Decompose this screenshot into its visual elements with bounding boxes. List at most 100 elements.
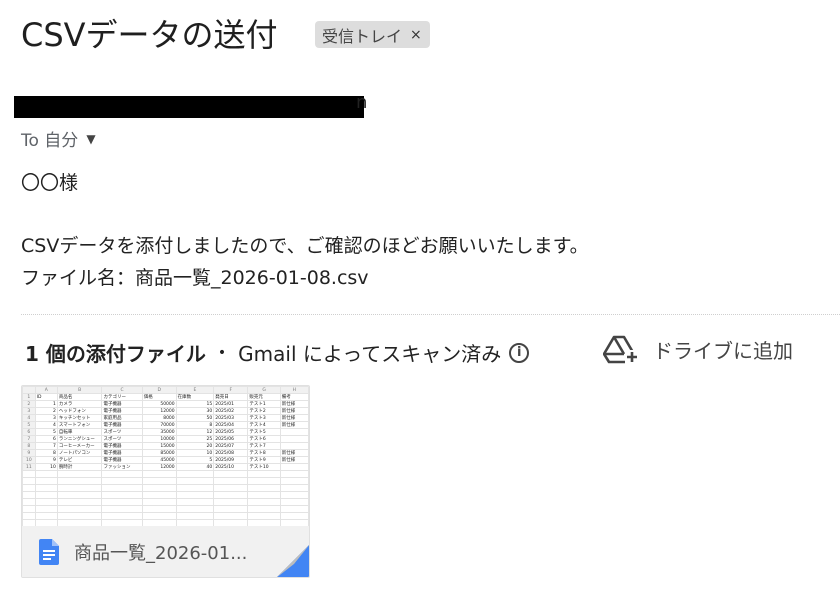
sheet-empty-row <box>22 512 309 520</box>
sheet-cell: キッチンセット <box>56 414 103 422</box>
sheet-cell: 発売日 <box>213 393 249 401</box>
sheet-cell: 12000 <box>141 407 177 415</box>
sheet-row-number: 1 <box>22 393 36 401</box>
sheet-empty-cell <box>175 498 215 506</box>
sheet-cell: 2025/02 <box>213 407 249 415</box>
sheet-cell: テスト6 <box>247 435 281 443</box>
sheet-cell: 新仕様 <box>279 400 309 408</box>
sheet-cell: 電子機器 <box>101 442 143 450</box>
sheet-empty-cell <box>56 512 103 520</box>
sheet-row: 1 ID 商品名 カテゴリー 価格 在庫数 発売日 販売元 備考 <box>22 393 309 401</box>
sheet-cell: テスト9 <box>247 456 281 464</box>
sheet-cell: テレビ <box>56 456 103 464</box>
sheet-cell: 2025/09 <box>213 456 249 464</box>
redacted-sender <box>14 96 364 118</box>
email-greeting: 〇〇様 <box>21 172 79 194</box>
sheet-cell: 4 <box>34 421 58 429</box>
email-body-line2: ファイル名：商品一覧_2026-01-08.csv <box>21 267 369 289</box>
sheet-row: 10 9 テレビ 電子機器 45000 5 2025/09 テスト9 新仕様 <box>22 456 309 464</box>
sheet-empty-cell <box>141 491 177 499</box>
remove-label-icon[interactable]: × <box>410 27 422 43</box>
sheet-cell: 10 <box>175 449 215 457</box>
sheet-column-header: B <box>56 386 103 394</box>
sheet-empty-cell <box>279 477 309 485</box>
page-fold-corner <box>277 545 309 577</box>
sheet-empty-cell <box>213 484 249 492</box>
sheet-cell: 腕時計 <box>56 463 103 471</box>
sheet-empty-cell <box>213 512 249 520</box>
sheet-cell: 10 <box>34 463 58 471</box>
sheet-empty-cell <box>175 470 215 478</box>
sheet-empty-cell <box>175 491 215 499</box>
sheet-empty-row <box>22 470 309 478</box>
sheet-cell: 電子機器 <box>101 421 143 429</box>
sheet-empty-cell <box>141 470 177 478</box>
sheet-column-header: A <box>34 386 58 394</box>
sheet-cell: テスト1 <box>247 400 281 408</box>
sheet-empty-cell <box>56 505 103 513</box>
sheet-cell: 50 <box>175 414 215 422</box>
sheet-column-header: G <box>247 386 281 394</box>
sheet-empty-cell <box>34 491 58 499</box>
sheet-cell: 自転車 <box>56 428 103 436</box>
attachment-card-footer: 商品一覧_2026-01... <box>22 526 309 577</box>
sheet-cell: 25 <box>175 435 215 443</box>
sheet-empty-cell <box>141 505 177 513</box>
sheet-empty-cell <box>56 484 103 492</box>
attachment-header: 1 個の添付ファイル • Gmail によってスキャン済み i <box>25 338 530 367</box>
add-to-drive-button[interactable]: ドライブに追加 <box>603 334 793 364</box>
sheet-cell: 6 <box>34 435 58 443</box>
info-icon[interactable]: i <box>509 342 530 363</box>
inbox-label-chip[interactable]: 受信トレイ × <box>315 21 430 48</box>
sheet-cell <box>279 442 309 450</box>
inbox-label-text: 受信トレイ <box>322 26 403 46</box>
sheet-cell: 45000 <box>141 456 177 464</box>
sheet-cell: ファッション <box>101 463 143 471</box>
sheet-cell: テスト3 <box>247 414 281 422</box>
sheet-empty-row <box>22 484 309 492</box>
sheet-cell: ランニングシュー <box>56 435 103 443</box>
sheet-cell: 12 <box>175 428 215 436</box>
sheet-empty-cell <box>247 512 281 520</box>
sheet-cell: 8 <box>175 421 215 429</box>
sheet-empty-cell <box>34 505 58 513</box>
sheet-cell: テスト2 <box>247 407 281 415</box>
sheet-column-header <box>22 386 36 394</box>
sheet-empty-cell <box>175 505 215 513</box>
attachment-card[interactable]: A B C D E F G H 1 ID 商品名 カテゴリー 価格 在庫数 発売日 販売元 備考 2 1 カメラ 電子機… <box>21 385 310 578</box>
sheet-empty-cell <box>101 505 143 513</box>
sheet-empty-cell <box>279 491 309 499</box>
sheet-empty-cell <box>56 477 103 485</box>
sheet-cell: ヘッドフォン <box>56 407 103 415</box>
sheet-cell: 電子機器 <box>101 400 143 408</box>
sheet-empty-cell <box>213 491 249 499</box>
sheet-empty-cell <box>247 470 281 478</box>
sheet-empty-cell <box>213 470 249 478</box>
attachment-divider <box>21 314 840 315</box>
recipient-label: To 自分 <box>21 131 79 151</box>
sheet-cell: カテゴリー <box>101 393 143 401</box>
sheet-cell: コーヒーメーカー <box>56 442 103 450</box>
sheet-empty-cell <box>175 477 215 485</box>
recipient-details-caret-icon[interactable]: ▼ <box>86 132 95 146</box>
sheet-empty-cell <box>101 498 143 506</box>
sheet-cell: 電子機器 <box>101 449 143 457</box>
sheet-cell: 販売元 <box>247 393 281 401</box>
sheet-empty-cell <box>101 477 143 485</box>
google-docs-icon <box>39 538 59 565</box>
sheet-cell: テスト7 <box>247 442 281 450</box>
sheet-empty-cell <box>279 470 309 478</box>
sheet-cell: 電子機器 <box>101 456 143 464</box>
recipient-line[interactable]: To 自分 ▼ <box>21 126 96 151</box>
attachment-thumbnail[interactable]: A B C D E F G H 1 ID 商品名 カテゴリー 価格 在庫数 発売日 販売元 備考 2 1 カメラ 電子機… <box>22 386 309 526</box>
sheet-empty-cell <box>101 491 143 499</box>
sheet-cell: スマートフォン <box>56 421 103 429</box>
sheet-cell: テスト4 <box>247 421 281 429</box>
sheet-empty-cell <box>175 484 215 492</box>
email-body-line1: CSVデータを添付しましたので、ご確認のほどお願いいたします。 <box>21 235 589 257</box>
drive-add-icon <box>603 335 639 364</box>
sheet-cell: 35000 <box>141 428 177 436</box>
sheet-column-header-row: ABCDEFGH <box>22 386 309 394</box>
sheet-empty-cell <box>279 484 309 492</box>
sheet-row: 11 10 腕時計 ファッション 12000 40 2025/10 テスト10 <box>22 463 309 471</box>
